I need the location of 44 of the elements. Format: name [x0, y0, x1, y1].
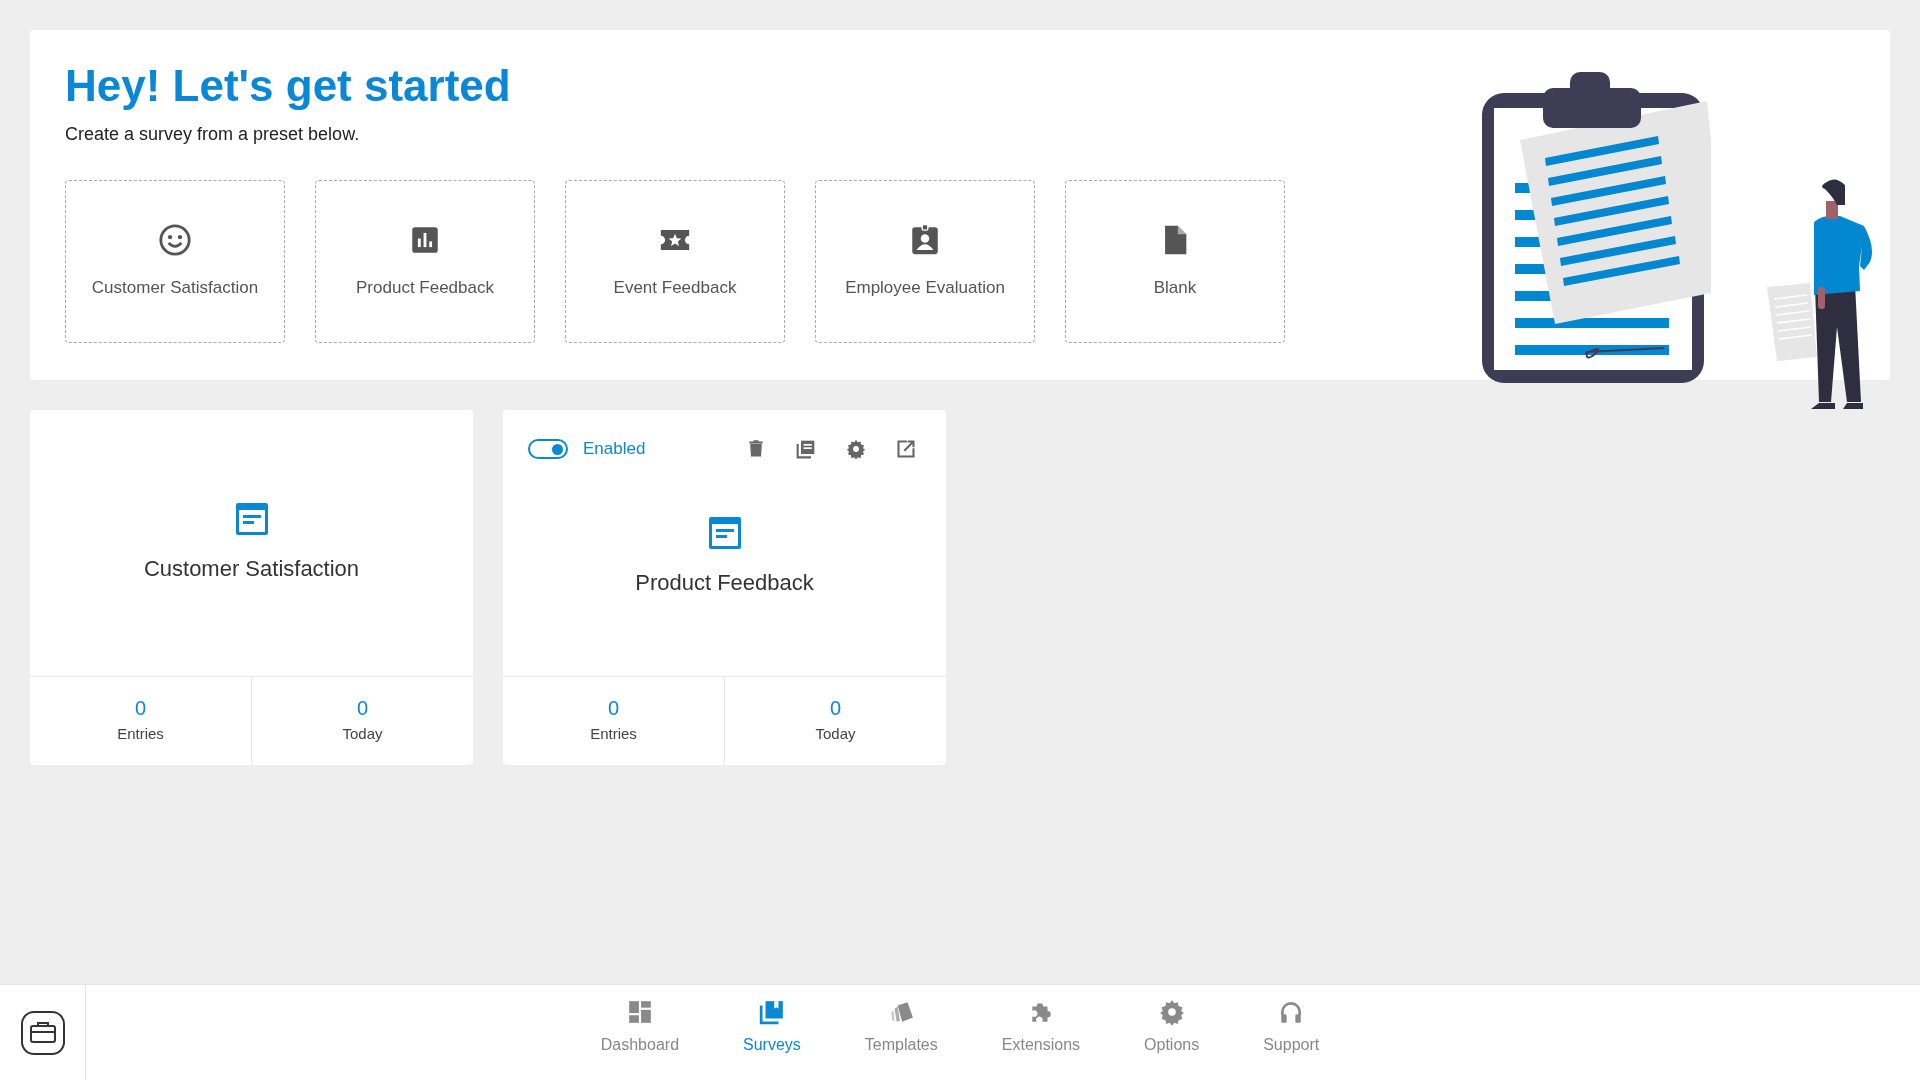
- stat-label: Today: [342, 724, 383, 745]
- external-link-icon[interactable]: [896, 439, 916, 459]
- preset-card[interactable]: Employee Evaluation: [815, 179, 1035, 343]
- stat-value: 0: [607, 696, 620, 722]
- form-icon: [234, 501, 269, 536]
- dashboard-icon: [626, 999, 653, 1025]
- preset-label: Customer Satisfaction: [91, 276, 259, 299]
- preset-label: Product Feedback: [356, 276, 494, 299]
- stacked-pages-icon: [758, 999, 785, 1025]
- stat-value: 0: [134, 696, 147, 722]
- stat-label: Entries: [590, 724, 637, 745]
- smile-icon: [158, 222, 192, 257]
- toggle-switch[interactable]: [528, 439, 568, 459]
- preset-label: Employee Evaluation: [845, 276, 1005, 299]
- trash-icon[interactable]: [746, 439, 766, 459]
- toggle-label: Enabled: [583, 438, 646, 461]
- preset-card[interactable]: Product Feedback: [315, 179, 535, 343]
- preset-card[interactable]: Event Feedback: [565, 179, 785, 343]
- settings-icon: [1158, 999, 1185, 1025]
- nav-tab[interactable]: Support: [1249, 999, 1334, 1080]
- stat-label: Today: [815, 724, 856, 745]
- form-icon: [707, 515, 742, 550]
- copy-icon[interactable]: [796, 439, 816, 459]
- stat-label: Entries: [117, 724, 164, 745]
- stat-value: 0: [829, 696, 842, 722]
- preset-label: Event Feedback: [613, 276, 737, 299]
- preset-label: Blank: [1153, 276, 1197, 299]
- nav-tab[interactable]: Templates: [850, 999, 952, 1080]
- nav-tab[interactable]: Extensions: [987, 999, 1095, 1080]
- page-title: Hey! Let's get started: [65, 60, 512, 112]
- briefcase-icon[interactable]: [19, 1009, 66, 1056]
- settings-icon[interactable]: [846, 439, 866, 459]
- survey-card[interactable]: Customer Satisfaction 0 Entries 0 Today: [30, 410, 473, 765]
- preset-card[interactable]: Blank: [1065, 179, 1285, 343]
- subtitle: Create a survey from a preset below.: [65, 122, 361, 146]
- survey-title: Customer Satisfaction: [143, 554, 360, 583]
- nav-tab[interactable]: Surveys: [729, 999, 815, 1080]
- survey-card[interactable]: Enabled Product Feedback 0 Entries 0 Today: [503, 410, 946, 765]
- stat-value: 0: [356, 696, 369, 722]
- nav-tab[interactable]: Options: [1130, 999, 1214, 1080]
- preset-card[interactable]: Customer Satisfaction: [65, 179, 285, 343]
- swatch-icon: [888, 999, 915, 1025]
- survey-title: Product Feedback: [635, 568, 814, 597]
- nav-tab[interactable]: Dashboard: [586, 999, 694, 1080]
